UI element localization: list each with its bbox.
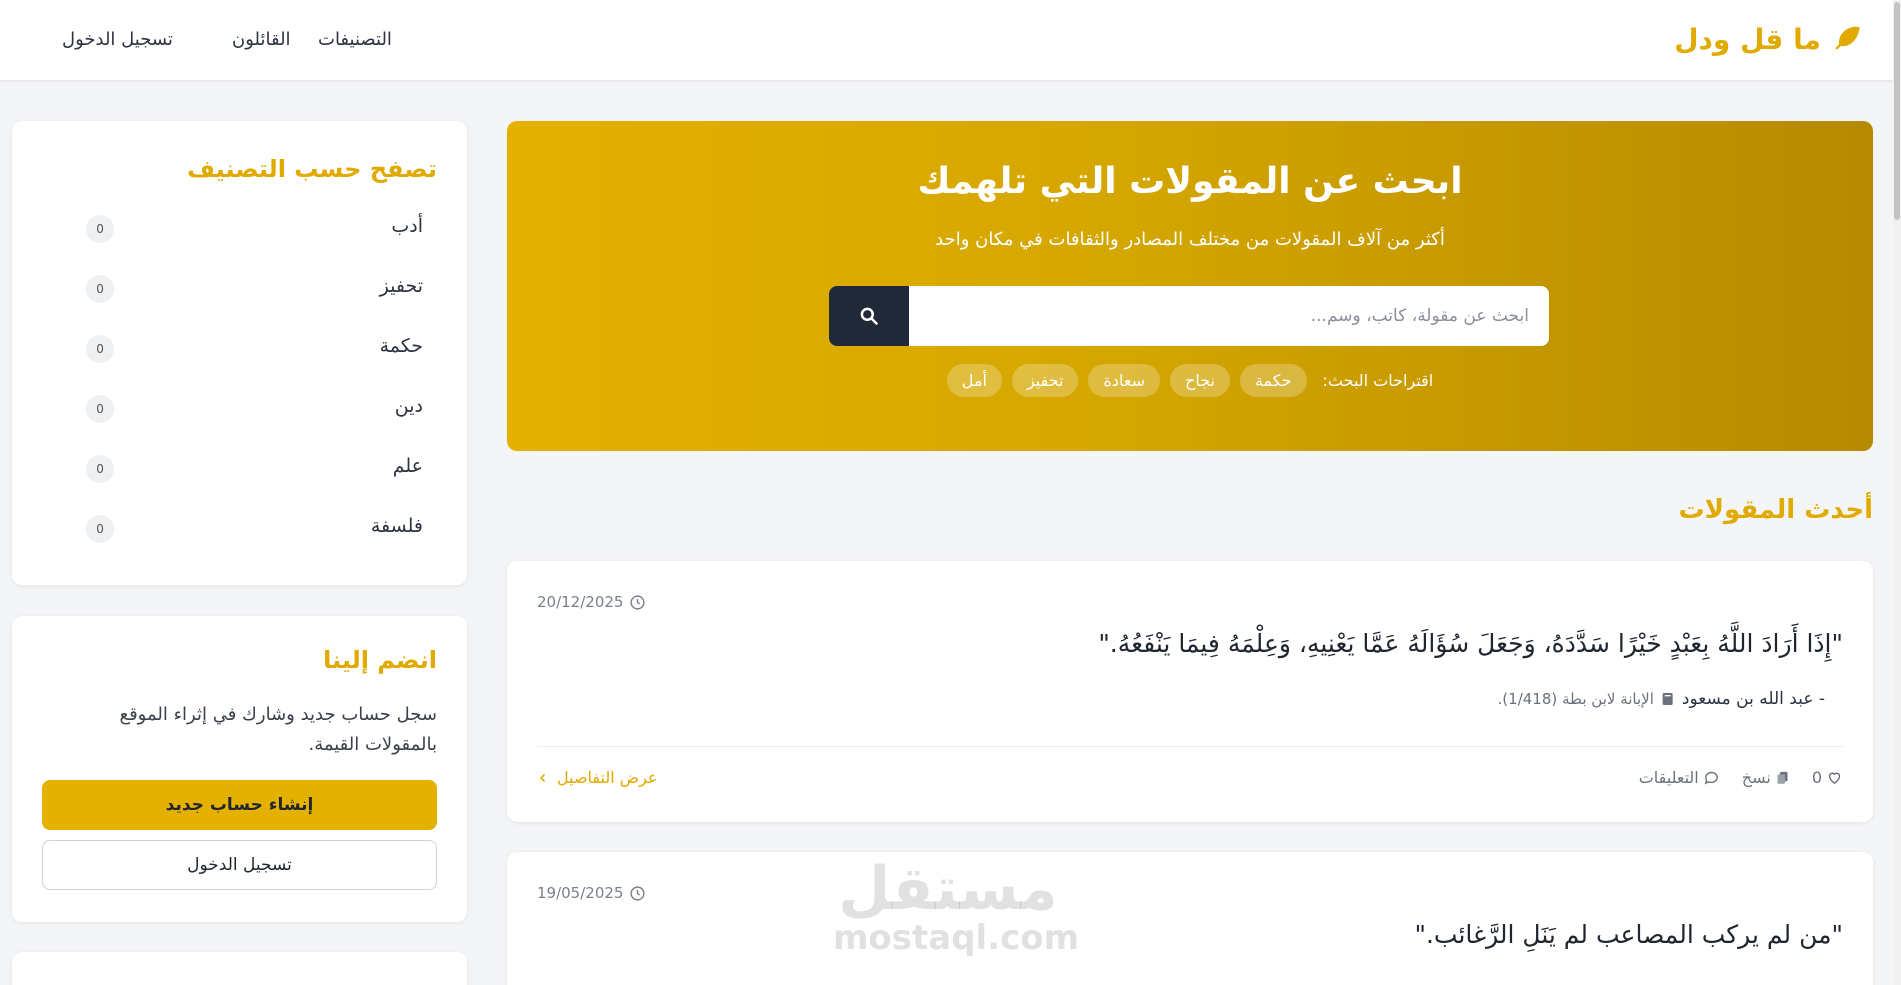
comment-icon bbox=[1704, 771, 1718, 785]
quote-actions: 0 نسخ التعليقات bbox=[1639, 768, 1843, 787]
quote-source: الإبانة لابن بطة (1/418). bbox=[1497, 690, 1654, 708]
suggestion-chip[interactable]: تحفيز bbox=[1011, 364, 1079, 397]
category-item[interactable]: أدب 0 bbox=[42, 215, 437, 275]
quote-date: 19/05/2025 bbox=[537, 884, 646, 902]
suggestion-chip[interactable]: نجاح bbox=[1169, 364, 1230, 397]
categories-card: تصفح حسب التصنيف أدب 0 تحفيز 0 حكمة 0 دي… bbox=[12, 121, 467, 585]
details-label: عرض التفاصيل bbox=[557, 768, 658, 787]
watermark-latin: mostaql.com bbox=[833, 918, 1080, 958]
register-button[interactable]: إنشاء حساب جديد bbox=[42, 780, 437, 830]
watermark-arabic: مستقل bbox=[838, 854, 1058, 924]
copy-button[interactable]: نسخ bbox=[1742, 768, 1790, 787]
category-name: حكمة bbox=[379, 335, 423, 357]
navbar: ما قل ودل التصنيفات القائلون تسجيل الدخو… bbox=[0, 0, 1893, 81]
search-button[interactable] bbox=[829, 286, 909, 346]
quote-date-text: 19/05/2025 bbox=[537, 884, 624, 902]
feather-icon bbox=[1835, 26, 1860, 50]
category-name: دين bbox=[394, 395, 423, 417]
latest-quotes-title: أحدث المقولات bbox=[1678, 495, 1873, 525]
watermark: مستقل mostaql.com bbox=[833, 854, 1080, 958]
copy-label: نسخ bbox=[1741, 768, 1771, 787]
search-icon bbox=[860, 307, 878, 325]
clock-icon bbox=[630, 594, 646, 610]
book-icon bbox=[1662, 693, 1673, 705]
clock-icon bbox=[630, 885, 646, 901]
category-name: فلسفة bbox=[370, 515, 423, 537]
category-name: تحفيز bbox=[379, 275, 423, 297]
like-button[interactable]: 0 bbox=[1812, 768, 1843, 787]
category-item[interactable]: تحفيز 0 bbox=[42, 275, 437, 335]
hero-section: ابحث عن المقولات التي تلهمك أكثر من آلاف… bbox=[507, 121, 1873, 451]
join-card: انضم إلينا سجل حساب جديد وشارك في إثراء … bbox=[12, 616, 467, 922]
quote-author[interactable]: - عبد الله بن مسعود bbox=[1682, 689, 1825, 709]
like-count: 0 bbox=[1811, 768, 1822, 787]
join-text: سجل حساب جديد وشارك في إثراء الموقع بالم… bbox=[119, 704, 438, 755]
copy-icon bbox=[1777, 771, 1788, 784]
suggestion-chip[interactable]: أمل bbox=[946, 364, 1002, 397]
suggestions-label: اقتراحات البحث: bbox=[1322, 371, 1434, 390]
quote-date: 20/12/2025 bbox=[537, 593, 646, 611]
quote-meta: - عبد الله بن مسعود الإبانة لابن بطة (1/… bbox=[1498, 689, 1825, 709]
suggestion-chip[interactable]: سعادة bbox=[1088, 364, 1160, 397]
category-count: 0 bbox=[86, 335, 114, 363]
nav-authors-link[interactable]: القائلون bbox=[232, 29, 291, 50]
suggestion-chip[interactable]: حكمة bbox=[1239, 364, 1307, 397]
quote-card: 20/12/2025 "إِذَا أَرَادَ اللَّهُ بِعَبْ… bbox=[507, 561, 1873, 822]
category-count: 0 bbox=[86, 455, 114, 483]
category-name: علم bbox=[392, 455, 423, 477]
category-item[interactable]: علم 0 bbox=[42, 455, 437, 515]
categories-list: أدب 0 تحفيز 0 حكمة 0 دين 0 علم 0 فلسفة 0 bbox=[42, 215, 437, 575]
category-item[interactable]: فلسفة 0 bbox=[42, 515, 437, 575]
category-count: 0 bbox=[86, 215, 114, 243]
category-item[interactable]: دين 0 bbox=[42, 395, 437, 455]
hero-subtitle: أكثر من آلاف المقولات من مختلف المصادر و… bbox=[935, 229, 1445, 250]
comments-button[interactable]: التعليقات bbox=[1639, 768, 1720, 787]
comments-label: التعليقات bbox=[1638, 768, 1699, 787]
search-box bbox=[829, 286, 1549, 346]
brand-logo[interactable]: ما قل ودل bbox=[1674, 22, 1865, 56]
join-title: انضم إلينا bbox=[323, 646, 437, 674]
heart-icon bbox=[1828, 772, 1841, 785]
categories-title: تصفح حسب التصنيف bbox=[187, 155, 437, 183]
nav-categories-link[interactable]: التصنيفات bbox=[318, 29, 392, 50]
quote-date-text: 20/12/2025 bbox=[537, 593, 624, 611]
category-name: أدب bbox=[391, 215, 423, 237]
category-item[interactable]: حكمة 0 bbox=[42, 335, 437, 395]
search-input[interactable] bbox=[909, 286, 1549, 346]
quote-text: "من لم يركب المصاعب لم يَنَلِ الرَّغائب.… bbox=[1414, 920, 1843, 949]
sidebar-card bbox=[12, 952, 467, 985]
category-count: 0 bbox=[86, 275, 114, 303]
page-scrollbar[interactable] bbox=[1893, 0, 1901, 985]
category-count: 0 bbox=[86, 395, 114, 423]
login-button[interactable]: تسجيل الدخول bbox=[42, 840, 437, 890]
scrollbar-thumb[interactable] bbox=[1894, 2, 1900, 220]
card-divider bbox=[537, 746, 1843, 747]
brand-name: ما قل ودل bbox=[1674, 22, 1821, 56]
hero-title: ابحث عن المقولات التي تلهمك bbox=[917, 161, 1463, 202]
search-suggestions: اقتراحات البحث: حكمة نجاح سعادة تحفيز أم… bbox=[507, 364, 1873, 397]
quote-text: "إِذَا أَرَادَ اللَّهُ بِعَبْدٍ خَيْرًا … bbox=[1098, 629, 1843, 658]
nav-login-link[interactable]: تسجيل الدخول bbox=[62, 29, 173, 50]
view-details-link[interactable]: عرض التفاصيل bbox=[537, 768, 657, 787]
chevron-left-icon bbox=[539, 773, 546, 782]
quote-card: 19/05/2025 "من لم يركب المصاعب لم يَنَلِ… bbox=[507, 852, 1873, 985]
category-count: 0 bbox=[86, 515, 114, 543]
